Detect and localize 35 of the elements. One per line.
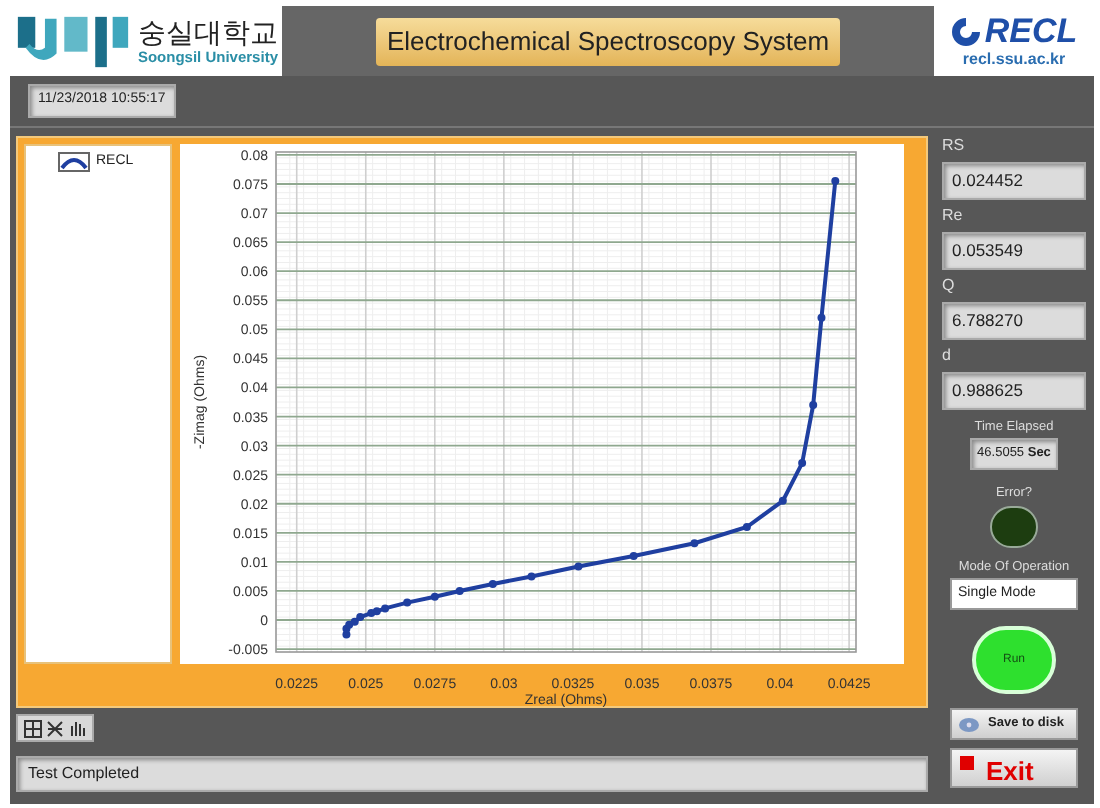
exit-label: Exit [986,758,1034,784]
parameter-label: RS [942,136,967,156]
data-point [574,562,583,571]
parameter-label: Q [942,276,957,296]
data-point [629,552,638,561]
lab-url: recl.ssu.ac.kr [962,52,1066,68]
lab-logo-text: RECL [984,14,1078,48]
data-point [527,572,536,581]
parameter-value-field: 0.988625 [942,372,1086,410]
graph-palette[interactable] [16,714,94,742]
crosshair-icon [24,719,42,737]
data-point [690,539,699,548]
stop-icon [960,756,974,770]
parameter-label: Re [942,206,965,226]
data-point [403,598,412,607]
plot-line-icon [58,152,90,173]
status-field: Test Completed [16,756,928,792]
data-point [455,586,464,595]
parameter-value-field: 0.024452 [942,162,1086,200]
data-point [831,177,840,186]
data-point [817,313,826,322]
parameter-value-field: 6.788270 [942,302,1086,340]
disk-icon [958,715,980,733]
data-point [430,592,439,601]
exit-button[interactable]: Exit [950,748,1078,788]
parameter-label: d [942,346,953,366]
parameter-value-field: 0.053549 [942,232,1086,270]
swirl-icon [950,15,983,47]
data-point [798,459,807,468]
data-point [778,496,787,505]
data-point [742,523,751,531]
app-title: Electrochemical Spectroscopy System [376,17,840,65]
university-name-korean: 숭실대학교 [137,17,278,46]
data-point [809,400,818,409]
data-point [488,580,497,588]
